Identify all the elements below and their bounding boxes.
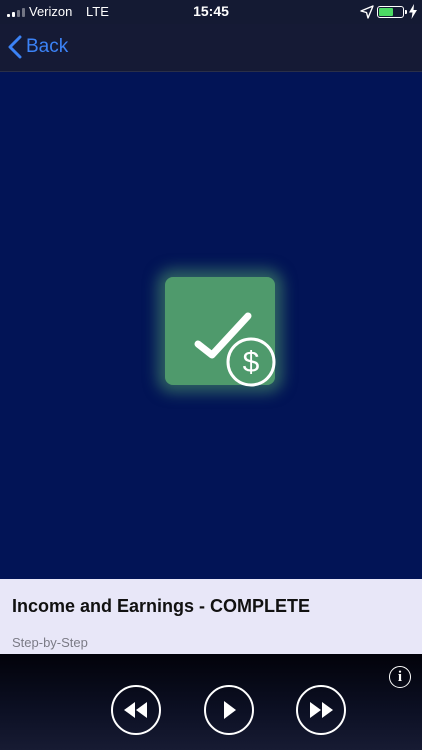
- back-button-label: Back: [26, 36, 69, 57]
- battery-level-fill: [379, 8, 393, 16]
- fast-forward-icon: [310, 702, 333, 718]
- track-subtitle: Step-by-Step: [12, 635, 88, 650]
- navigation-bar: Back: [0, 24, 422, 72]
- svg-text:$: $: [243, 346, 260, 379]
- playback-controls: i: [0, 654, 422, 750]
- play-icon: [224, 701, 236, 719]
- battery-icon: [377, 6, 407, 18]
- charging-bolt-icon: [409, 4, 417, 19]
- info-icon: i: [397, 668, 403, 685]
- rewind-icon: [124, 702, 147, 718]
- track-title: Income and Earnings - COMPLETE: [12, 596, 311, 616]
- rewind-button[interactable]: [111, 685, 161, 735]
- status-bar: Verizon LTE 15:45: [0, 0, 422, 24]
- info-button[interactable]: i: [389, 666, 411, 688]
- chevron-left-icon: [8, 35, 22, 59]
- track-info-panel: Income and Earnings - COMPLETE Step-by-S…: [0, 579, 422, 654]
- album-artwork: $: [0, 72, 422, 579]
- play-button[interactable]: [204, 685, 254, 735]
- location-arrow-icon: [360, 5, 374, 19]
- status-time: 15:45: [193, 3, 229, 19]
- back-button[interactable]: Back: [8, 35, 68, 59]
- checkmark-dollar-icon: $: [194, 312, 276, 387]
- fast-forward-button[interactable]: [296, 685, 346, 735]
